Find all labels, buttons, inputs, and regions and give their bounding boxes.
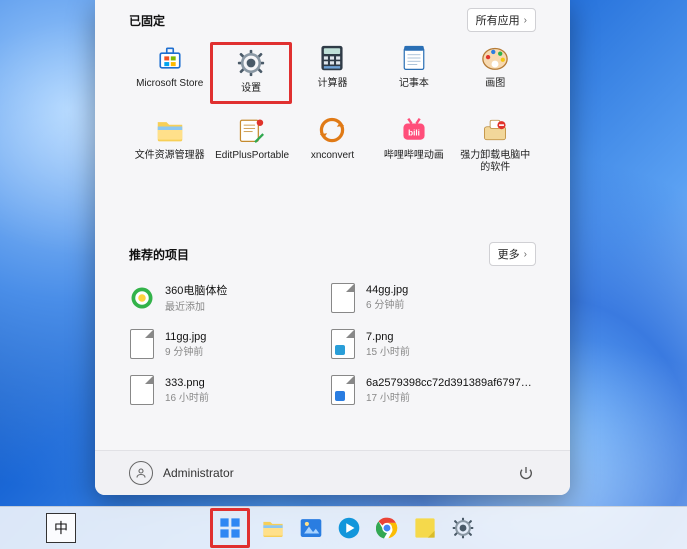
app-label: xnconvert [311,150,354,162]
recommended-section: 推荐的项目 更多 › 360电脑体检最近添加 44gg.jpg6 分钟前 11gg.… [95,234,570,405]
pinned-section: 已固定 所有应用 › Microsoft Store 设置 计算器 记事本 画图文件资源… [95,0,570,178]
more-button[interactable]: 更多 › [489,242,536,266]
explorer-button[interactable] [258,513,288,543]
360-icon [129,283,155,313]
win11-logo-icon [219,517,241,539]
recommended-sub: 9 分钟前 [165,343,206,358]
pinned-app-3[interactable]: 记事本 [373,42,454,104]
photos-button[interactable] [296,513,326,543]
app-label: 文件资源管理器 [135,150,205,162]
recommended-name: 11gg.jpg [165,331,206,343]
start-menu: 已固定 所有应用 › Microsoft Store 设置 计算器 记事本 画图文件资源… [95,0,570,495]
taskbar: 中 [0,506,687,549]
start-button[interactable] [210,508,250,548]
power-button[interactable] [516,463,536,483]
all-apps-button[interactable]: 所有应用 › [467,8,536,32]
uninstall-icon [481,116,509,144]
recommended-name: 44gg.jpg [366,284,408,296]
recommended-name: 6a2579398cc72d391389af679703f3... [366,377,536,389]
explorer-icon [262,517,284,539]
recommended-item-3[interactable]: 7.png15 小时前 [330,329,536,359]
app-label: 设置 [241,83,261,95]
chevron-right-icon: › [524,249,527,260]
photos-icon [300,517,322,539]
user-name: Administrator [163,466,234,480]
pinned-app-0[interactable]: Microsoft Store [129,42,210,104]
app-label: 记事本 [399,78,429,90]
pinned-app-9[interactable]: 强力卸载电脑中的软件 [455,114,536,178]
more-label: 更多 [498,246,520,262]
pinned-app-8[interactable]: bili 哔哩哔哩动画 [373,114,454,178]
play-icon [338,517,360,539]
user-avatar-icon [129,461,153,485]
app-label: 画图 [485,78,505,90]
start-footer: Administrator [95,450,570,495]
recommended-item-4[interactable]: 333.png16 小时前 [129,375,310,405]
recommended-sub: 15 小时前 [366,343,410,358]
pinned-app-1[interactable]: 设置 [210,42,291,104]
file-icon [129,329,155,359]
chrome-button[interactable] [372,513,402,543]
ime-indicator[interactable]: 中 [46,513,76,543]
bilibili-icon: bili [400,116,428,144]
pinned-title: 已固定 [129,12,165,29]
app-label: 哔哩哔哩动画 [384,150,444,162]
settings-button[interactable] [448,513,478,543]
app-label: 计算器 [317,78,347,90]
settings-icon [452,517,474,539]
recommended-sub: 最近添加 [165,298,227,313]
ime-label: 中 [54,518,68,538]
app-label: EditPlusPortable [215,150,287,162]
explorer-icon [156,116,184,144]
recommended-item-1[interactable]: 44gg.jpg6 分钟前 [330,282,536,313]
recommended-name: 360电脑体检 [165,282,227,298]
recommended-name: 333.png [165,377,209,389]
ms-store-icon [156,44,184,72]
note-icon [414,517,436,539]
paint-icon [481,44,509,72]
app-label: 强力卸载电脑中的软件 [459,150,531,174]
recommended-item-5[interactable]: 6a2579398cc72d391389af679703f3...17 小时前 [330,375,536,405]
app-label: Microsoft Store [136,78,203,90]
pinned-app-2[interactable]: 计算器 [292,42,373,104]
pinned-app-4[interactable]: 画图 [455,42,536,104]
recommended-name: 7.png [366,331,410,343]
notepad-icon [400,44,428,72]
chevron-right-icon: › [524,15,527,26]
settings-icon [237,49,265,77]
file-icon [330,375,356,405]
chrome-icon [376,517,398,539]
recommended-sub: 6 分钟前 [366,296,408,311]
all-apps-label: 所有应用 [476,12,520,28]
calculator-icon [318,44,346,72]
recommended-item-0[interactable]: 360电脑体检最近添加 [129,282,310,313]
pinned-app-6[interactable]: EditPlusPortable [210,114,291,178]
recommended-sub: 16 小时前 [165,389,209,404]
player-button[interactable] [334,513,364,543]
file-icon [330,329,356,359]
recommended-sub: 17 小时前 [366,389,536,404]
editplus-icon [237,116,265,144]
svg-text:bili: bili [408,129,420,138]
user-button[interactable]: Administrator [129,461,234,485]
sticky-button[interactable] [410,513,440,543]
recommended-item-2[interactable]: 11gg.jpg9 分钟前 [129,329,310,359]
file-icon [330,283,356,313]
recommended-title: 推荐的项目 [129,246,189,263]
xnconvert-icon [318,116,346,144]
file-icon [129,375,155,405]
pinned-app-7[interactable]: xnconvert [292,114,373,178]
pinned-app-5[interactable]: 文件资源管理器 [129,114,210,178]
